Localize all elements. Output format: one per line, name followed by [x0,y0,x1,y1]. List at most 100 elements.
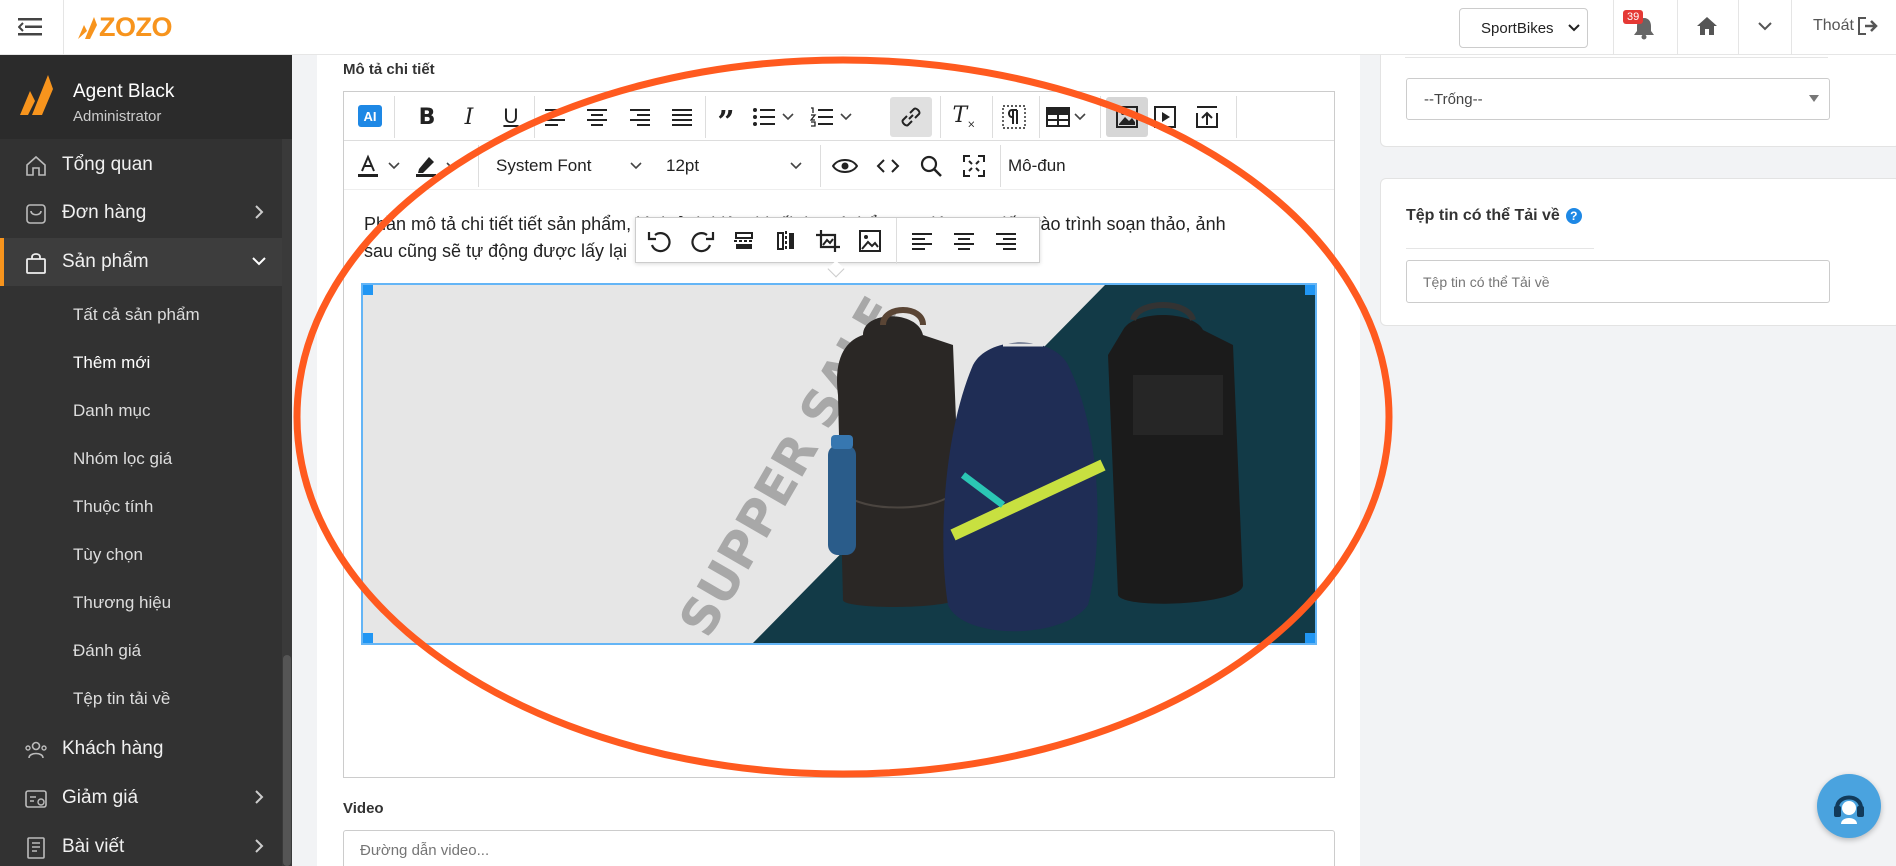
downloads-input[interactable] [1406,260,1830,303]
media-button[interactable] [1150,102,1180,132]
rotate-right-button[interactable] [686,225,718,257]
notification-badge: 39 [1623,10,1644,24]
store-select-value: SportBikes [1481,19,1554,37]
fullscreen-icon [963,155,985,177]
sidebar-item-label: Đơn hàng [62,202,147,223]
users-icon [25,741,47,759]
image-button[interactable] [1106,97,1148,137]
highlight-color-button[interactable] [414,151,464,181]
image-align-center-button[interactable] [948,225,980,257]
product-banner-image[interactable]: SUPPER SALE [361,283,1317,645]
sidebar-item-articles[interactable]: Bài viết [0,823,282,866]
crop-button[interactable] [812,225,844,257]
clear-format-button[interactable]: T× [948,102,980,132]
bullet-list-button[interactable] [752,102,802,132]
highlighter-icon [416,157,436,177]
flip-vertical-button[interactable] [728,225,760,257]
user-profile[interactable]: Agent Black Administrator [0,55,292,139]
underline-button[interactable]: U [496,102,526,132]
video-url-input[interactable] [343,830,1335,866]
brand-logo[interactable]: ZOZO [76,12,173,43]
link-icon [901,107,921,127]
align-left-icon [545,109,565,126]
sidebar-item-label: Sản phẩm [62,251,149,272]
module-label: Mô-đun [1008,156,1066,175]
image-icon [1116,106,1138,128]
rich-text-editor: AI B I U ” T× System Font 12pt Mô-đun Ph… [343,91,1335,778]
brand-name: ZOZO [99,12,173,42]
source-code-button[interactable] [871,151,905,181]
table-button[interactable] [1046,102,1096,132]
search-icon [920,155,942,177]
logout-button[interactable]: Thoát [1813,17,1878,35]
ai-button[interactable]: AI [358,105,382,127]
sidebar-subitem-price-filters[interactable]: Nhóm lọc giá [73,449,172,469]
backpack-sale-image: SUPPER SALE [363,285,1315,643]
bold-button[interactable]: B [412,102,442,132]
preview-button[interactable] [828,151,862,181]
sidebar-subitem-downloads[interactable]: Tệp tin tải về [73,689,170,709]
resize-handle-bottom-right[interactable] [1305,633,1315,643]
italic-button[interactable]: I [454,102,484,132]
chevron-right-icon [255,790,264,804]
store-select[interactable]: SportBikes [1459,8,1588,48]
rotate-left-button[interactable] [644,225,676,257]
chevron-down-icon [782,113,794,121]
top-bar: ZOZO SportBikes 39 Thoát [0,0,1896,55]
sidebar-item-customers[interactable]: Khách hàng [0,725,282,773]
brand-logo-icon [78,16,97,39]
blockquote-button[interactable]: ” [711,102,741,140]
chevron-down-icon [840,113,852,121]
sidebar-subitem-attributes[interactable]: Thuộc tính [73,497,153,517]
sidebar-subitem-reviews[interactable]: Đánh giá [73,641,141,661]
sidebar-item-overview[interactable]: Tổng quan [0,141,282,189]
editor-toolbar-row-1: AI B I U ” T× [344,92,1334,141]
chevron-down-icon [446,162,458,170]
sidebar-subitem-add-new[interactable]: Thêm mới [73,353,150,373]
sidebar-subitem-all-products[interactable]: Tất cả sản phẩm [73,305,200,325]
image-options-button[interactable] [854,225,886,257]
quote-icon: ” [717,104,735,140]
sidebar-item-products[interactable]: Sản phẩm [0,238,282,286]
resize-handle-top-right[interactable] [1305,285,1315,295]
sidebar-item-orders[interactable]: Đơn hàng [0,189,282,237]
editor-content[interactable]: Phần mô tả chi tiết tiết sản phẩm, hình … [344,190,1334,777]
flip-horizontal-button[interactable] [770,225,802,257]
upload-button[interactable] [1192,102,1222,132]
module-button[interactable]: Mô-đun [1008,151,1098,181]
align-center-button[interactable] [582,102,612,132]
sidebar-item-discounts[interactable]: Giảm giá [0,774,282,822]
help-icon[interactable]: ? [1565,208,1582,224]
fullscreen-button[interactable] [957,151,991,181]
align-right-button[interactable] [625,102,655,132]
menu-toggle-icon[interactable] [18,17,44,37]
numbered-list-button[interactable] [810,102,860,132]
status-select[interactable]: --Trống-- [1406,78,1830,120]
search-replace-button[interactable] [914,151,948,181]
align-justify-icon [672,109,692,126]
sidebar-subitem-options[interactable]: Tùy chọn [73,545,143,565]
support-chat-button[interactable] [1817,774,1881,838]
show-blocks-button[interactable] [999,102,1029,132]
notifications-button[interactable]: 39 [1623,8,1663,48]
link-button[interactable] [890,97,932,137]
image-align-right-button[interactable] [990,225,1022,257]
align-center-icon [954,233,974,250]
font-size-select[interactable]: 12pt [656,151,806,181]
orders-icon [26,204,46,224]
align-left-button[interactable] [540,102,570,132]
brand-logo-icon [20,75,53,115]
font-family-select[interactable]: System Font [486,151,646,181]
sidebar-subitem-categories[interactable]: Danh mục [73,401,150,421]
chevron-down-icon [1074,113,1086,121]
align-right-icon [630,109,650,126]
settings-panel: --Trống-- [1380,55,1896,147]
text-color-button[interactable] [356,151,406,181]
resize-handle-bottom-left[interactable] [363,633,373,643]
image-align-left-button[interactable] [906,225,938,257]
sidebar-subitem-brands[interactable]: Thương hiệu [73,593,171,613]
align-justify-button[interactable] [667,102,697,132]
user-dropdown-button[interactable] [1758,22,1772,32]
home-button[interactable] [1696,16,1718,36]
resize-handle-top-left[interactable] [363,285,373,295]
